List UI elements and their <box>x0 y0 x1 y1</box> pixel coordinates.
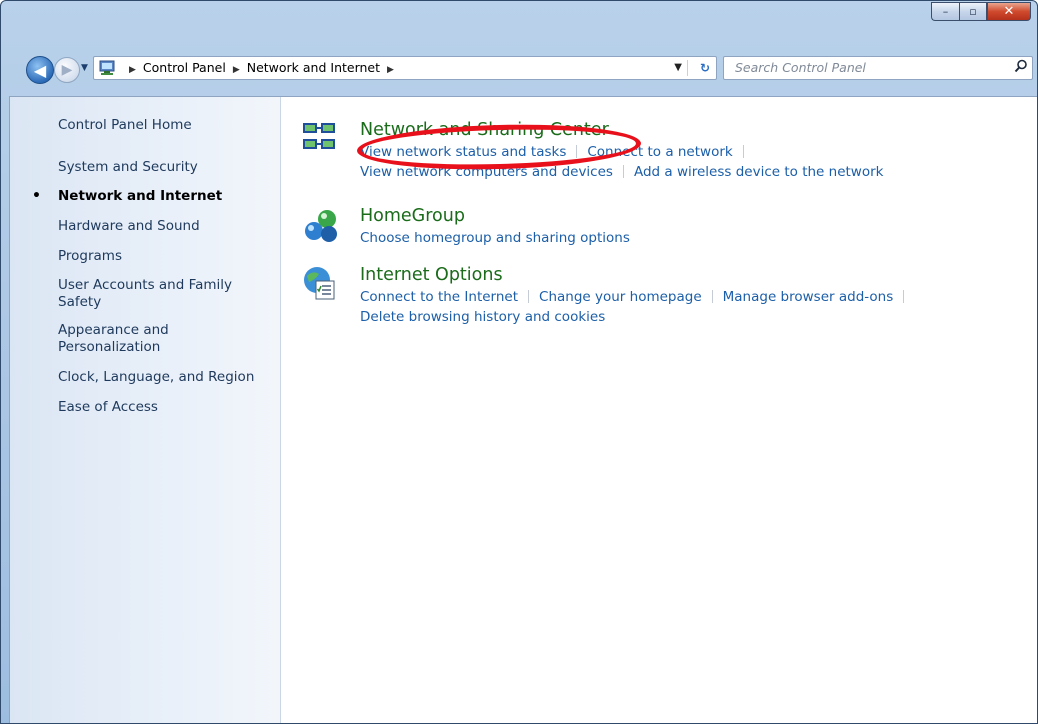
client-area: Control Panel Home System and Security •… <box>9 96 1037 723</box>
forward-arrow-icon: ▶ <box>61 62 73 78</box>
sidebar-item-label: Network and Internet <box>58 188 223 204</box>
control-panel-window: – ▫ ✕ ◀ ▶ ▼ ▶ Control Panel ▶ Network an… <box>0 0 1038 724</box>
navigation-bar: ◀ ▶ ▼ ▶ Control Panel ▶ Network and Interne… <box>1 54 1037 84</box>
link-change-homepage[interactable]: Change your homepage <box>539 289 702 305</box>
sidebar-item-clock-language-region[interactable]: Clock, Language, and Region <box>58 369 268 386</box>
breadcrumb: ▶ Control Panel ▶ Network and Internet ▶ <box>122 57 401 79</box>
breadcrumb-separator-icon[interactable]: ▶ <box>233 65 240 75</box>
internet-options-title[interactable]: Internet Options <box>360 264 503 286</box>
sidebar-item-user-accounts[interactable]: User Accounts and Family Safety <box>58 277 243 311</box>
sidebar: Control Panel Home System and Security •… <box>10 97 281 723</box>
sidebar-item-label: System and Security <box>58 159 198 175</box>
internet-options-icon[interactable] <box>301 264 341 304</box>
sidebar-item-network-and-internet: • Network and Internet <box>32 188 268 205</box>
address-bar[interactable]: ▶ Control Panel ▶ Network and Internet ▶ ▼ ↻ <box>93 56 717 80</box>
link-separator <box>528 290 530 303</box>
control-panel-icon <box>97 59 117 77</box>
link-view-network-computers[interactable]: View network computers and devices <box>360 164 613 180</box>
sidebar-item-label: Control Panel Home <box>58 117 192 133</box>
homegroup-title[interactable]: HomeGroup <box>360 205 465 227</box>
minimize-button[interactable]: – <box>931 2 959 21</box>
link-manage-addons[interactable]: Manage browser add-ons <box>723 289 894 305</box>
sidebar-item-label: Programs <box>58 248 122 264</box>
link-view-network-status[interactable]: View network status and tasks <box>360 144 566 160</box>
link-separator <box>711 290 713 303</box>
sidebar-item-label: User Accounts and Family Safety <box>58 277 233 310</box>
link-row: Choose homegroup and sharing options <box>360 228 630 248</box>
sidebar-item-system-and-security[interactable]: System and Security <box>58 159 268 176</box>
refresh-icon[interactable]: ↻ <box>700 57 710 79</box>
caption-buttons: – ▫ ✕ <box>931 2 1031 21</box>
link-row: Delete browsing history and cookies <box>360 307 914 327</box>
title-bar[interactable]: – ▫ ✕ <box>1 1 1037 47</box>
main-content: Network and Sharing Center View network … <box>281 97 1037 723</box>
forward-button[interactable]: ▶ <box>54 57 80 83</box>
sidebar-item-control-panel-home[interactable]: Control Panel Home <box>58 117 268 134</box>
close-button[interactable]: ✕ <box>987 2 1031 21</box>
link-separator <box>742 145 744 158</box>
link-row: Connect to the Internet Change your homep… <box>360 287 914 307</box>
link-row: View network computers and devices Add a … <box>360 162 883 182</box>
close-icon: ✕ <box>1003 4 1015 19</box>
address-divider <box>687 60 688 76</box>
breadcrumb-separator-icon[interactable]: ▶ <box>129 65 136 75</box>
sidebar-item-label: Hardware and Sound <box>58 218 200 234</box>
breadcrumb-network-and-internet[interactable]: Network and Internet <box>247 60 380 75</box>
network-sharing-links: View network status and tasks Connect to … <box>360 142 883 182</box>
link-separator <box>622 165 624 178</box>
link-choose-homegroup[interactable]: Choose homegroup and sharing options <box>360 230 630 246</box>
link-separator <box>903 290 905 303</box>
internet-options-links: Connect to the Internet Change your homep… <box>360 287 914 327</box>
sidebar-item-label: Appearance and Personalization <box>58 322 169 355</box>
link-row: View network status and tasks Connect to … <box>360 142 883 162</box>
search-icon[interactable] <box>1014 59 1028 77</box>
current-bullet-icon: • <box>32 188 41 204</box>
link-add-wireless-device[interactable]: Add a wireless device to the network <box>634 164 884 180</box>
maximize-icon: ▫ <box>969 5 977 18</box>
sidebar-item-label: Ease of Access <box>58 399 158 415</box>
address-dropdown-icon[interactable]: ▼ <box>674 57 682 79</box>
sidebar-item-appearance[interactable]: Appearance and Personalization <box>58 322 183 356</box>
back-arrow-icon: ◀ <box>33 60 47 80</box>
sidebar-item-hardware-and-sound[interactable]: Hardware and Sound <box>58 218 268 235</box>
network-sharing-icon[interactable] <box>301 119 341 159</box>
breadcrumb-control-panel[interactable]: Control Panel <box>143 60 226 75</box>
sidebar-item-programs[interactable]: Programs <box>58 248 268 265</box>
sidebar-item-label: Clock, Language, and Region <box>58 369 255 385</box>
minimize-icon: – <box>942 5 949 18</box>
network-sharing-title[interactable]: Network and Sharing Center <box>360 119 609 141</box>
link-delete-browsing-history[interactable]: Delete browsing history and cookies <box>360 309 605 325</box>
sidebar-item-ease-of-access[interactable]: Ease of Access <box>58 399 268 416</box>
recent-pages-icon[interactable]: ▼ <box>81 63 88 73</box>
homegroup-links: Choose homegroup and sharing options <box>360 228 630 248</box>
maximize-button[interactable]: ▫ <box>959 2 987 21</box>
search-placeholder: Search Control Panel <box>735 60 866 75</box>
link-separator <box>576 145 578 158</box>
search-input[interactable]: Search Control Panel <box>723 56 1033 80</box>
back-button[interactable]: ◀ <box>26 56 54 84</box>
homegroup-icon[interactable] <box>301 205 341 245</box>
breadcrumb-separator-icon[interactable]: ▶ <box>387 65 394 75</box>
link-connect-to-network[interactable]: Connect to a network <box>587 144 732 160</box>
link-connect-to-internet[interactable]: Connect to the Internet <box>360 289 518 305</box>
